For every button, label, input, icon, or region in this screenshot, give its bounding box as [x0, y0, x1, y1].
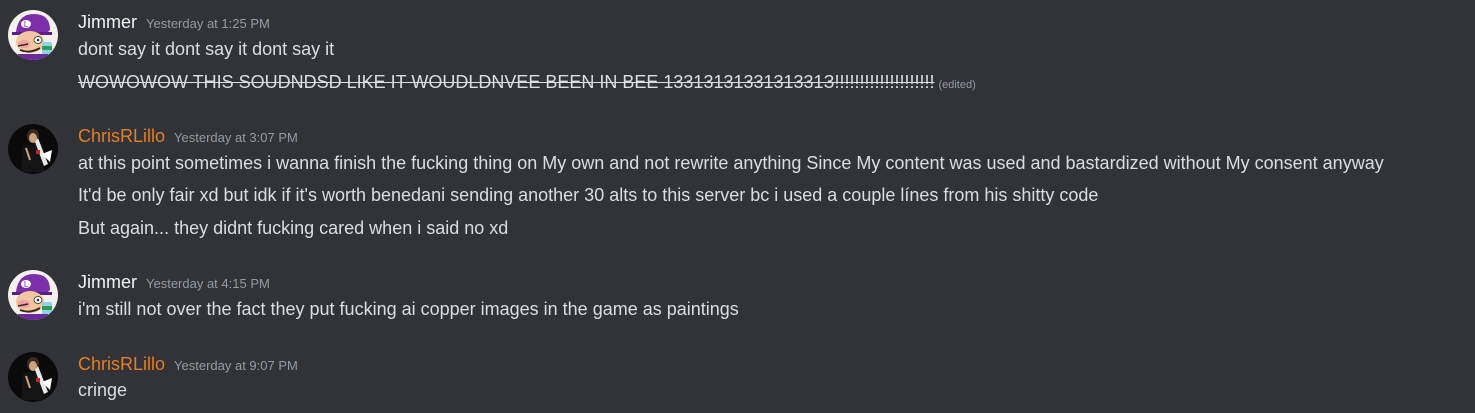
message-text: But again... they didnt fucking cared wh…	[78, 215, 508, 241]
message-content: dont say it dont say it dont say it	[78, 39, 335, 59]
chat-message-list: L Jimmer Yesterday at 1:25 PM dont say it…	[0, 0, 1475, 413]
message-header: Jimmer Yesterday at 1:25 PM	[78, 10, 270, 34]
message-content: It'd be only fair xd but idk if it's wor…	[78, 185, 1099, 205]
jimmer-avatar-icon[interactable]: L	[8, 10, 58, 60]
svg-text:L: L	[24, 280, 29, 289]
username[interactable]: Jimmer	[78, 12, 137, 32]
username[interactable]: ChrisRLillo	[78, 126, 165, 146]
message-text: WOWOWOW THIS SOUDNDSD LIKE IT WOUDLDNVEE…	[78, 69, 976, 95]
message-text: i'm still not over the fact they put fuc…	[78, 296, 739, 322]
message-header: ChrisRLillo Yesterday at 3:07 PM	[78, 124, 298, 148]
svg-text:L: L	[24, 20, 29, 29]
timestamp[interactable]: Yesterday at 1:25 PM	[146, 16, 270, 31]
chrisrlillo-avatar-icon[interactable]	[8, 124, 58, 174]
message-header: Jimmer Yesterday at 4:15 PM	[78, 270, 270, 294]
username[interactable]: ChrisRLillo	[78, 354, 165, 374]
message-text: cringe	[78, 377, 127, 403]
message-text: dont say it dont say it dont say it	[78, 36, 334, 62]
message-content: at this point sometimes i wanna finish t…	[78, 153, 1384, 173]
username[interactable]: Jimmer	[78, 272, 137, 292]
message-text: at this point sometimes i wanna finish t…	[78, 150, 1384, 176]
timestamp[interactable]: Yesterday at 9:07 PM	[174, 358, 298, 373]
message-content: i'm still not over the fact they put fuc…	[78, 299, 739, 319]
message-header: ChrisRLillo Yesterday at 9:07 PM	[78, 352, 298, 376]
chrisrlillo-avatar-icon[interactable]	[8, 352, 58, 402]
timestamp[interactable]: Yesterday at 3:07 PM	[174, 130, 298, 145]
jimmer-avatar-icon[interactable]: L	[8, 270, 58, 320]
message-content: WOWOWOW THIS SOUDNDSD LIKE IT WOUDLDNVEE…	[78, 72, 935, 92]
message-content: But again... they didnt fucking cared wh…	[78, 218, 509, 238]
message-content: cringe	[78, 380, 128, 400]
edited-label: (edited)	[938, 79, 976, 91]
message-text: It'd be only fair xd but idk if it's wor…	[78, 182, 1098, 208]
timestamp[interactable]: Yesterday at 4:15 PM	[146, 276, 270, 291]
